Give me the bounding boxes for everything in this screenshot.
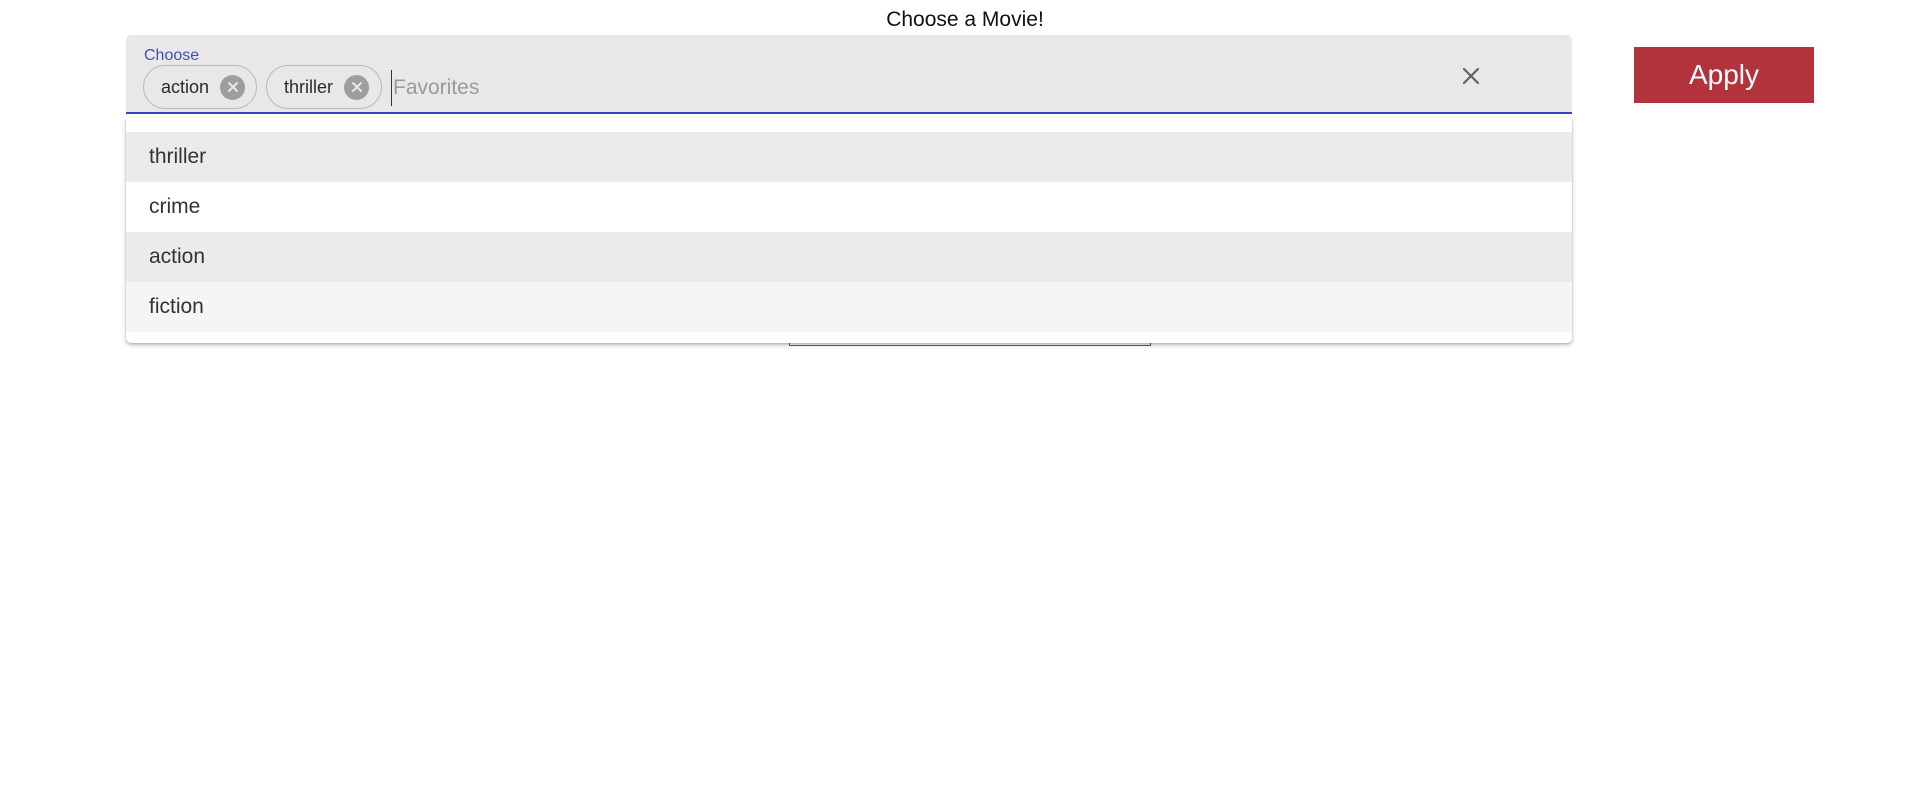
apply-button[interactable]: Apply bbox=[1634, 47, 1814, 103]
favorites-autocomplete[interactable]: Choose action thriller bbox=[126, 35, 1572, 114]
close-icon[interactable] bbox=[1453, 58, 1489, 94]
chip-thriller[interactable]: thriller bbox=[266, 65, 382, 109]
chip-action[interactable]: action bbox=[143, 65, 257, 109]
cancel-circle-icon[interactable] bbox=[220, 74, 246, 100]
option-label: fiction bbox=[149, 295, 204, 318]
autocomplete-label: Choose bbox=[144, 47, 200, 64]
option-action[interactable]: action bbox=[126, 232, 1572, 282]
chip-label: thriller bbox=[284, 76, 334, 97]
favorites-input[interactable] bbox=[391, 70, 1413, 106]
option-thriller[interactable]: thriller bbox=[126, 132, 1572, 182]
page-title: Choose a Movie! bbox=[886, 8, 1044, 31]
option-label: crime bbox=[149, 195, 201, 218]
page: Choose a Movie! Choose action thriller A… bbox=[0, 0, 1920, 800]
option-crime[interactable]: crime bbox=[126, 182, 1572, 232]
option-label: action bbox=[149, 245, 206, 268]
option-label: thriller bbox=[149, 145, 207, 168]
chip-label: action bbox=[161, 76, 210, 97]
cancel-circle-icon[interactable] bbox=[344, 74, 370, 100]
options-dropdown: thriller crime action fiction bbox=[126, 118, 1572, 343]
option-fiction[interactable]: fiction bbox=[126, 282, 1572, 332]
